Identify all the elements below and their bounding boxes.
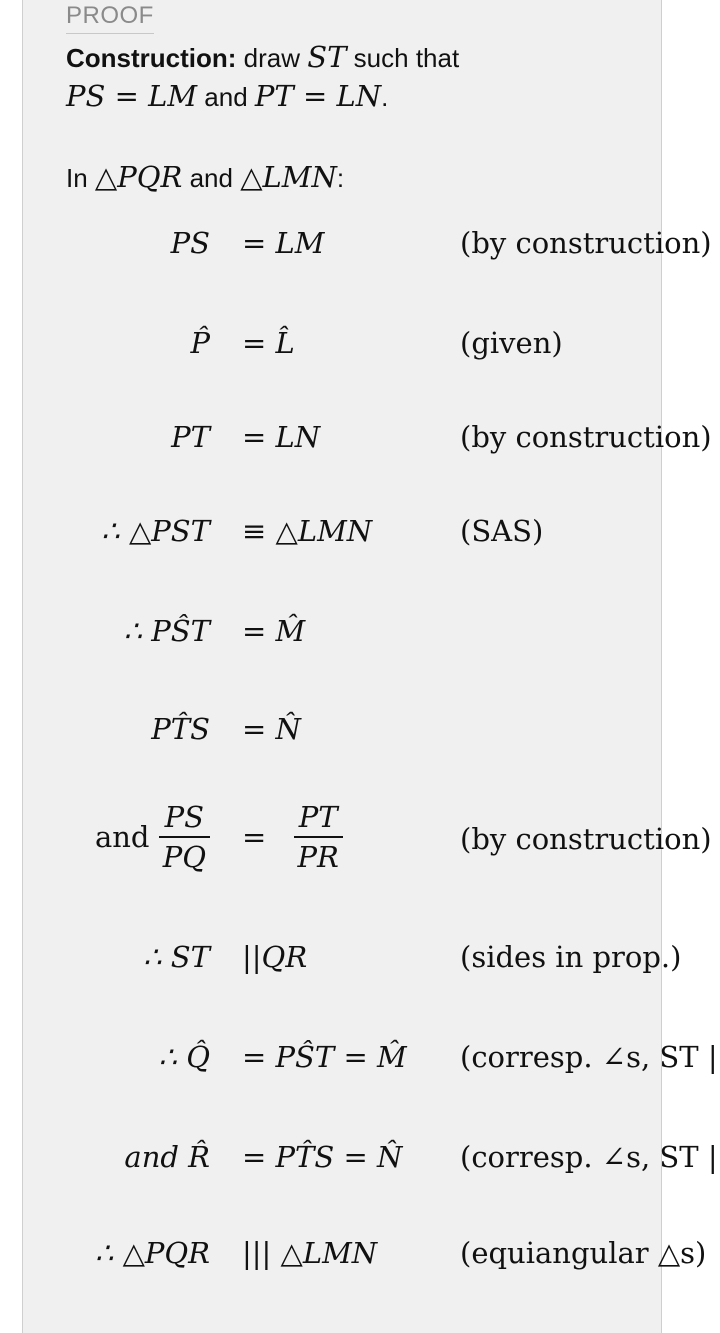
row-relation: = PT̂S = N̂	[242, 1140, 403, 1174]
row-reason: (SAS)	[460, 514, 544, 548]
proof-row: ∴ △PQR ||| △LMN (equiangular △s)	[0, 1236, 720, 1296]
row-relation: = M̂	[242, 614, 306, 648]
row-reason: (by construction)	[460, 420, 712, 454]
proof-row: PT̂S = N̂	[0, 712, 720, 772]
intro-line: In △PQR and △LMN:	[66, 160, 344, 194]
equation-pt-ln: PT = LN	[254, 79, 382, 113]
row-lhs: ∴ △PQR	[94, 1236, 210, 1270]
row-lhs: ∴ △PST	[101, 514, 210, 548]
row-reason: (corresp. ∠s, ST ||	[460, 1040, 720, 1074]
row-lhs: P̂	[190, 326, 210, 360]
row-relation: ||QR	[242, 940, 308, 974]
row-lhs: PT	[171, 420, 210, 454]
fraction-ps-pq: PS PQ	[158, 800, 210, 874]
construction-line-2: PS = LM and PT = LN.	[66, 79, 388, 113]
row-reason: (by construction)	[460, 226, 712, 260]
row-relation: = L̂	[242, 326, 295, 360]
row-reason: (sides in prop.)	[460, 940, 682, 974]
segment-st: ST	[307, 40, 347, 74]
construction-label: Construction:	[66, 43, 237, 73]
proof-row-fraction: and PS PQ = PT PR (by construction)	[0, 800, 720, 890]
intro-text: In	[66, 163, 95, 193]
triangle-lmn: △LMN	[240, 160, 337, 194]
intro-text: :	[336, 163, 345, 193]
row-relation: = PŜT = M̂	[242, 1040, 407, 1074]
row-relation: = LM	[242, 226, 325, 260]
row-reason: (given)	[460, 326, 563, 360]
fraction-pt-pr: PT PR	[293, 800, 343, 874]
row-relation: ≡ △LMN	[242, 514, 373, 548]
row-lhs: PT̂S	[151, 712, 210, 746]
proof-row: P̂ = L̂ (given)	[0, 326, 720, 386]
proof-row: ∴ Q̂ = PŜT = M̂ (corresp. ∠s, ST ||	[0, 1040, 720, 1100]
proof-row: PS = LM (by construction)	[0, 226, 720, 286]
proof-row: ∴ PŜT = M̂	[0, 614, 720, 674]
row-lhs: PS	[170, 226, 210, 260]
row-relation: = N̂	[242, 712, 301, 746]
fraction-numerator: PS	[158, 800, 210, 838]
triangle-pqr: △PQR	[94, 160, 183, 194]
proof-row: and R̂ = PT̂S = N̂ (corresp. ∠s, ST ||	[0, 1140, 720, 1200]
row-lhs: and PS PQ	[95, 800, 210, 874]
fraction-denominator: PR	[297, 840, 339, 874]
fraction-denominator: PQ	[162, 840, 206, 874]
row-relation: = PT PR	[242, 800, 343, 874]
proof-row: ∴ ST ||QR (sides in prop.)	[0, 940, 720, 1000]
proof-row: ∴ △PST ≡ △LMN (SAS)	[0, 514, 720, 574]
proof-heading: PROOF	[66, 2, 154, 34]
row-lhs: ∴ PŜT	[123, 614, 210, 648]
row-relation: ||| △LMN	[242, 1236, 378, 1270]
row-prefix: and	[94, 820, 150, 854]
fraction-numerator: PT	[293, 800, 343, 838]
equation-ps-lm: PS = LM	[66, 79, 198, 113]
equals-sign: =	[242, 820, 267, 854]
construction-text: and	[197, 82, 255, 112]
row-lhs: ∴ Q̂	[158, 1040, 210, 1074]
row-reason: (corresp. ∠s, ST ||	[460, 1140, 720, 1174]
row-reason: (equiangular △s)	[460, 1236, 707, 1270]
construction-line-1: Construction: draw ST such that	[66, 40, 459, 74]
intro-text: and	[182, 163, 241, 193]
row-lhs: and R̂	[124, 1140, 210, 1174]
row-lhs: ∴ ST	[143, 940, 210, 974]
row-reason: (by construction)	[460, 822, 712, 856]
proof-row: PT = LN (by construction)	[0, 420, 720, 480]
construction-text: .	[381, 82, 389, 112]
construction-text: draw	[236, 43, 308, 73]
construction-text: such that	[346, 43, 460, 73]
row-relation: = LN	[242, 420, 321, 454]
